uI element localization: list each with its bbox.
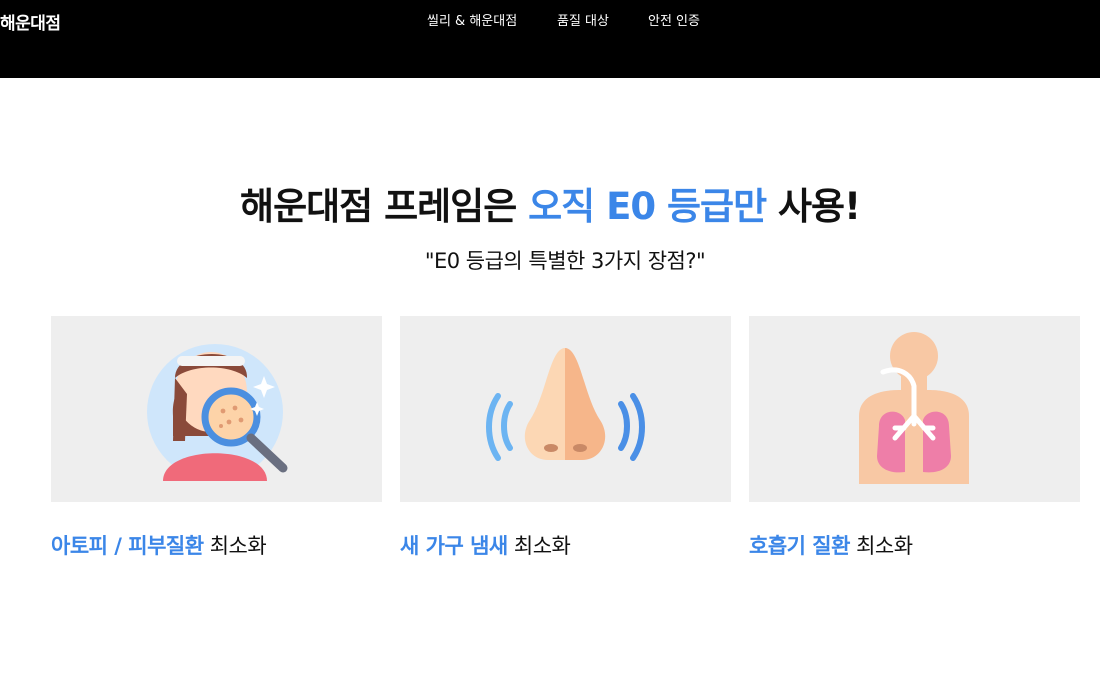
feature-caption-nose-accent: 새 가구 냄새: [400, 534, 508, 558]
nav-item-safety-certification[interactable]: 안전 인증: [648, 10, 700, 29]
feature-card-nose: [400, 316, 731, 502]
feature-caption-lungs-accent: 호흡기 질환: [749, 534, 850, 558]
feature-caption-skin-accent: 아토피 / 피부질환: [51, 534, 204, 558]
feature-caption-nose-rest: 최소화: [507, 534, 571, 558]
feature-caption-skin-rest: 최소화: [203, 534, 267, 558]
nav-item-sealy-haeundae[interactable]: 씰리 & 해운대점: [427, 10, 517, 29]
feature-caption-skin: 아토피 / 피부질환 최소화: [51, 530, 267, 560]
headline-prefix: 해운대점 프레임은: [240, 185, 529, 228]
headline-accent: 오직 E0 등급만: [528, 185, 767, 228]
nav-item-quality-award[interactable]: 품질 대상: [557, 10, 609, 29]
page-subheadline: "E0 등급의 특별한 3가지 장점?": [424, 249, 706, 273]
feature-caption-lungs: 호흡기 질환 최소화: [749, 530, 913, 560]
headline-suffix: 사용!: [766, 185, 861, 228]
feature-card-skin: [51, 316, 382, 502]
feature-card-lungs: [749, 316, 1080, 502]
top-navigation-bar: 해운대점 씰리 & 해운대점 품질 대상 안전 인증: [0, 0, 1100, 78]
feature-caption-lungs-rest: 최소화: [849, 534, 913, 558]
page-headline: 해운대점 프레임은 오직 E0 등급만 사용!: [0, 176, 1100, 230]
nose-smell-icon: [486, 348, 645, 461]
main-nav: 씰리 & 해운대점 품질 대상 안전 인증: [0, 10, 1100, 30]
skin-inspection-icon: [147, 344, 288, 481]
lungs-icon: [859, 332, 969, 484]
feature-caption-nose: 새 가구 냄새 최소화: [400, 530, 571, 560]
